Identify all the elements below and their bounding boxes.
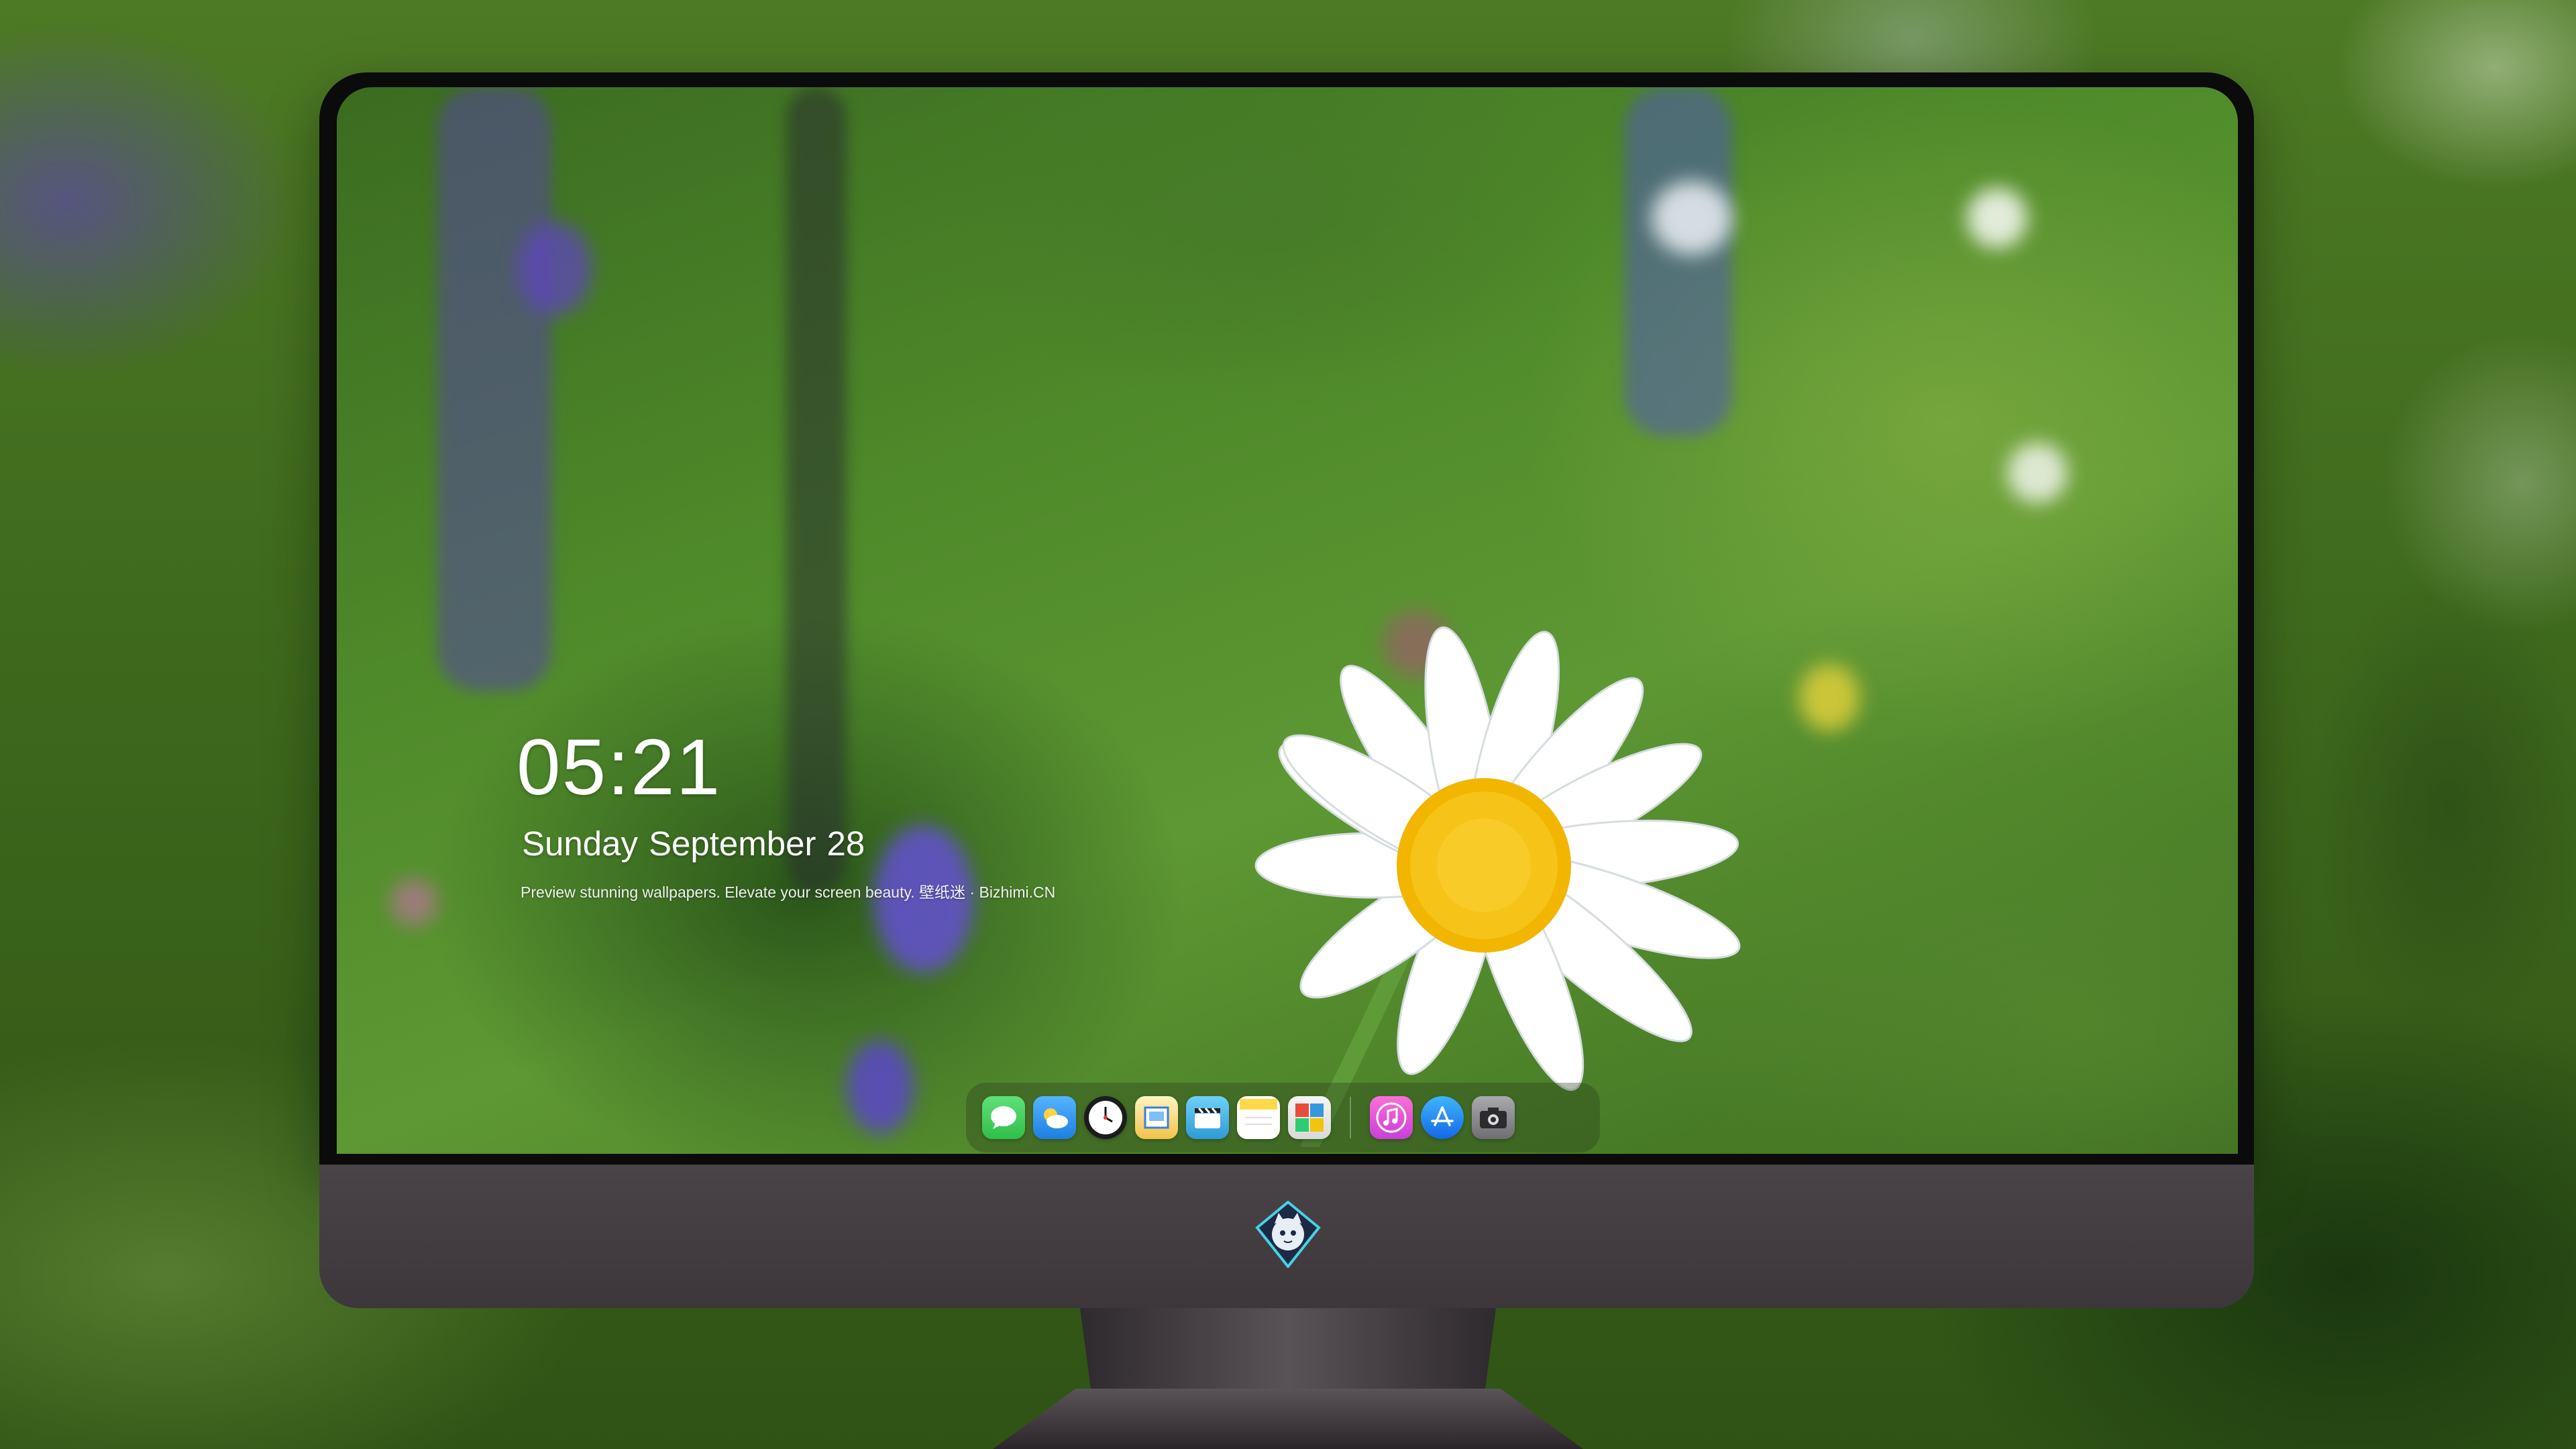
white-flower-blur xyxy=(1652,181,1732,255)
dark-flower-stalk xyxy=(786,87,847,892)
lockscreen-tagline: Preview stunning wallpapers. Elevate you… xyxy=(521,883,1056,901)
weather-icon[interactable] xyxy=(1033,1096,1076,1139)
app-dock xyxy=(966,1083,1600,1152)
monitor-stand-neck xyxy=(1080,1308,1496,1402)
notes-icon[interactable] xyxy=(1237,1096,1280,1139)
dock-separator xyxy=(1350,1097,1351,1138)
daisy-illustration xyxy=(1254,626,1741,1154)
purple-flower-blur xyxy=(518,221,592,315)
date-weekday: Sunday xyxy=(522,824,638,863)
bizhimi-mascot-logo xyxy=(1252,1200,1324,1269)
white-bokeh-1 xyxy=(1967,188,2027,248)
messages-icon[interactable] xyxy=(982,1096,1025,1139)
clips-icon[interactable] xyxy=(1186,1096,1229,1139)
blue-flower-blur-right xyxy=(1625,87,1732,436)
photo-booth-icon[interactable] xyxy=(1288,1096,1331,1139)
white-bokeh-2 xyxy=(2007,443,2068,503)
lockscreen-clock: 05:21 xyxy=(517,723,722,812)
itunes-icon[interactable] xyxy=(1370,1096,1413,1139)
daisy-flower xyxy=(1175,543,1846,1154)
lockscreen-date: Sunday September 28 xyxy=(522,826,875,861)
clock-icon[interactable] xyxy=(1084,1096,1127,1139)
camera-icon[interactable] xyxy=(1472,1096,1515,1139)
date-month: September xyxy=(648,824,816,863)
date-day: 28 xyxy=(826,824,865,863)
purple-bud-blur xyxy=(847,1040,914,1134)
lavender-blur-left xyxy=(437,87,551,691)
monitor-screen xyxy=(337,87,2238,1154)
monitor-stand-base xyxy=(993,1389,1583,1449)
app-store-icon[interactable] xyxy=(1421,1096,1464,1139)
preview-icon[interactable] xyxy=(1135,1096,1178,1139)
pink-flower-blur xyxy=(390,879,437,926)
